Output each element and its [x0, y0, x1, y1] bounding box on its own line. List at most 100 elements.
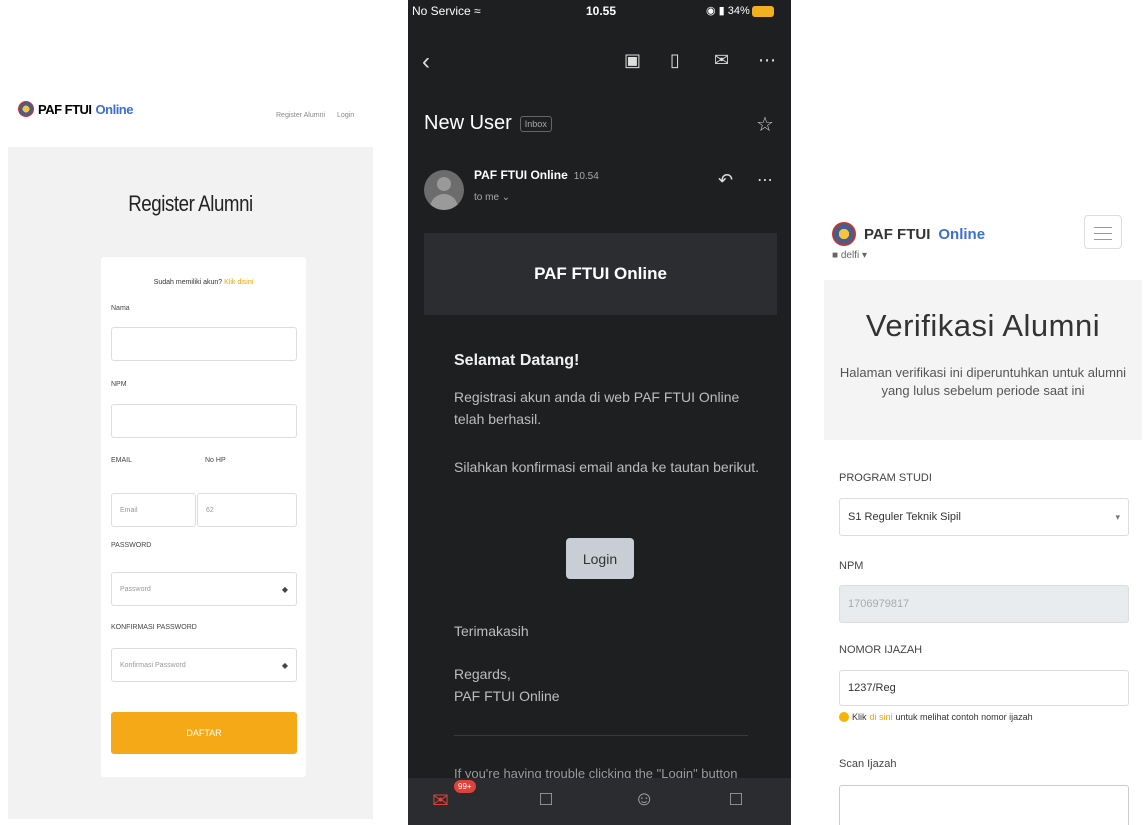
verify-panel: PAF FTUI Online ■ delfi ▾ Verifikasi Alu…: [820, 200, 1144, 825]
status-bar: No Service ≈ 10.55 ◉ ▮ 34%: [408, 0, 791, 22]
mail-header: PAF FTUI Online: [424, 233, 777, 315]
hp-placeholder: 62: [206, 506, 214, 514]
wifi-icon: ≈: [474, 4, 481, 18]
have-account-label: Sudah memiliki akun?: [153, 279, 223, 286]
recipient[interactable]: to me ⌄: [474, 192, 510, 203]
prodi-select[interactable]: S1 Reguler Teknik Sipil ▾: [839, 498, 1129, 536]
battery-icon: [751, 5, 774, 17]
divider: [454, 735, 748, 736]
prodi-value: S1 Reguler Teknik Sipil: [848, 511, 961, 523]
avatar: [424, 170, 464, 210]
login-link[interactable]: Klik disini: [224, 279, 253, 286]
page-description: Halaman verifikasi ini diperuntuhkan unt…: [839, 365, 1127, 398]
star-icon[interactable]: ☆: [756, 112, 774, 137]
hp-label: No HP: [205, 457, 226, 464]
nav-register-link[interactable]: Register Alumni: [276, 112, 325, 119]
clock: 10.55: [586, 4, 617, 18]
page-title: Register Alumni: [128, 191, 253, 216]
brand-accent: Online: [938, 225, 986, 243]
battery-percent: 34%: [727, 5, 750, 17]
daftar-button[interactable]: DAFTAR: [111, 712, 297, 754]
register-form: Sudah memiliki akun? Klik disini Nama NP…: [101, 257, 306, 777]
sender-name: PAF FTUI Online: [474, 168, 568, 182]
confirm-placeholder: Konfirmasi Password: [120, 661, 186, 669]
email-subject: New User Inbox: [424, 112, 552, 135]
email-label: EMAIL: [111, 457, 133, 464]
greeting: Selamat Datang!: [454, 352, 580, 369]
trash-icon[interactable]: ▯: [670, 50, 680, 71]
email-field[interactable]: Email: [111, 493, 196, 527]
brand[interactable]: PAF FTUI Online: [18, 101, 133, 117]
login-button[interactable]: Login: [566, 538, 634, 579]
nama-label: Nama: [111, 305, 130, 312]
hint-link[interactable]: di sini: [870, 712, 893, 722]
eye-icon[interactable]: ◆: [282, 661, 288, 670]
ijazah-field[interactable]: 1237/Reg: [839, 670, 1129, 706]
email-placeholder: Email: [120, 506, 138, 514]
bottom-tab-bar: ✉ 99+ □ ☺ □: [408, 778, 791, 825]
subject-text: New User: [424, 112, 512, 134]
user-menu[interactable]: ■ delfi ▾: [832, 250, 867, 261]
confirm-password-field[interactable]: Konfirmasi Password ◆: [111, 648, 297, 682]
mail-tab-icon[interactable]: ✉: [432, 788, 449, 813]
chevron-down-icon: ▾: [1115, 511, 1120, 522]
logo-icon: [18, 101, 34, 117]
archive-icon[interactable]: ▣: [624, 50, 641, 71]
npm-field[interactable]: [111, 404, 297, 438]
email-panel: No Service ≈ 10.55 ◉ ▮ 34% ‹ ▣ ▯ ✉ ⋯ New…: [408, 0, 791, 825]
npm-value: 1706979817: [848, 598, 910, 610]
nama-field[interactable]: [111, 327, 297, 361]
register-content: Register Alumni Sudah memiliki akun? Kli…: [8, 147, 373, 819]
reply-icon[interactable]: ↶: [718, 170, 733, 191]
sender: PAF FTUI Online 10.54: [474, 168, 599, 182]
signature-text: PAF FTUI Online: [454, 688, 560, 704]
hint-pre: Klik: [852, 712, 867, 722]
top-nav: Register Alumni Login: [276, 112, 354, 119]
ijazah-label: NOMOR IJAZAH: [839, 644, 923, 656]
unread-badge: 99+: [454, 780, 476, 793]
scan-label: Scan Ijazah: [839, 758, 897, 770]
brand-name: PAF FTUI: [38, 101, 92, 117]
regards-text: Regards,: [454, 666, 511, 682]
chat-tab-icon[interactable]: □: [540, 788, 552, 811]
password-label: PASSWORD: [111, 542, 152, 549]
prodi-label: PROGRAM STUDI: [839, 472, 932, 484]
password-placeholder: Password: [120, 585, 151, 593]
verify-form: PROGRAM STUDI S1 Reguler Teknik Sipil ▾ …: [824, 440, 1142, 825]
video-tab-icon[interactable]: □: [730, 788, 742, 811]
nav-login-link[interactable]: Login: [337, 112, 354, 119]
body-paragraph-1: Registrasi akun anda di web PAF FTUI Onl…: [454, 389, 740, 427]
register-panel: PAF FTUI Online Register Alumni Login Re…: [0, 0, 380, 825]
ijazah-hint: Klik di sini untuk melihat contoh nomor …: [839, 712, 1033, 722]
logo-icon: [832, 222, 856, 246]
carrier-label: No Service: [412, 4, 471, 18]
chevron-left-icon[interactable]: ‹: [422, 48, 430, 76]
brand[interactable]: PAF FTUI Online: [832, 222, 985, 246]
brand-accent: Online: [95, 101, 134, 117]
password-field[interactable]: Password ◆: [111, 572, 297, 606]
eye-icon[interactable]: ◆: [282, 585, 288, 594]
more-icon[interactable]: ⋯: [758, 50, 776, 71]
menu-icon[interactable]: [1084, 215, 1122, 249]
info-icon: [839, 712, 849, 722]
inbox-badge[interactable]: Inbox: [519, 115, 552, 132]
body-paragraph-2: Silahkan konfirmasi email anda ke tautan…: [454, 459, 760, 475]
ijazah-value: 1237/Reg: [848, 682, 896, 694]
mail-icon[interactable]: ✉: [714, 50, 729, 71]
scan-upload[interactable]: [839, 785, 1129, 825]
username: delfi: [840, 250, 860, 261]
confirm-password-label: KONFIRMASI PASSWORD: [111, 624, 197, 631]
verify-content: Verifikasi Alumni Halaman verifikasi ini…: [824, 280, 1142, 825]
recipient-text: to me: [474, 192, 500, 203]
battery-status: ◉ ▮ 34%: [706, 4, 774, 17]
user-icon: ■: [832, 250, 839, 261]
more-icon[interactable]: ⋯: [757, 170, 773, 190]
hp-field[interactable]: 62: [197, 493, 297, 527]
page-title: Verifikasi Alumni: [865, 308, 1101, 343]
hint-post: untuk melihat contoh nomor ijazah: [895, 712, 1033, 722]
npm-label: NPM: [839, 560, 864, 572]
carrier-text: No Service ≈: [412, 4, 481, 18]
npm-label: NPM: [111, 381, 127, 388]
people-tab-icon[interactable]: ☺: [634, 788, 654, 811]
brand-name: PAF FTUI: [864, 225, 931, 243]
